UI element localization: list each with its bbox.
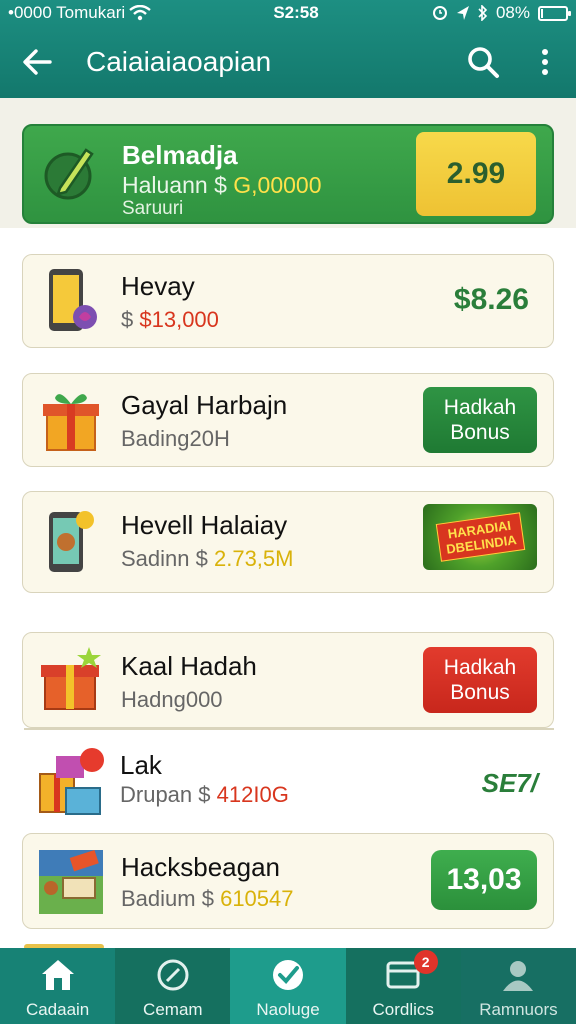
nav-item-profile[interactable]: Ramnuors bbox=[460, 948, 576, 1024]
balance-card[interactable]: Belmadja Haluann $ G,00000 Saruuri 2.99 bbox=[22, 124, 554, 224]
nav-item-inbox[interactable]: 2 Cordlics bbox=[345, 948, 461, 1024]
balance-amount: G,00000 bbox=[233, 172, 322, 198]
more-options-button[interactable] bbox=[514, 26, 576, 98]
nav-item-search[interactable]: Cemam bbox=[115, 948, 231, 1024]
bottom-navigation: Cadaain Cemam Naoluge 2 Cordlics Ramnuor… bbox=[0, 948, 576, 1024]
list-item[interactable]: Hevay $ $13,000 $8.26 bbox=[22, 254, 554, 348]
list-item[interactable]: Gayal Harbajn Bading20H Hadkah Bonus bbox=[22, 373, 554, 467]
balance-score-button[interactable]: 2.99 bbox=[416, 132, 536, 216]
status-bar: •0000 Tomukari S2:58 08% bbox=[0, 0, 576, 26]
balance-name: Belmadja bbox=[122, 140, 238, 170]
list-item[interactable]: Kaal Hadah Hadng000 Hadkah Bonus bbox=[22, 632, 554, 728]
photo-thumbnail-icon bbox=[39, 849, 103, 914]
item-title: Gayal Harbajn bbox=[121, 390, 288, 420]
item-title: Lak bbox=[120, 750, 162, 780]
pencil-circle-icon bbox=[44, 148, 94, 200]
nav-label: Ramnuors bbox=[479, 1000, 558, 1019]
button-label: Hadkah Bonus bbox=[443, 656, 517, 704]
search-circle-icon bbox=[157, 959, 189, 991]
battery-percent: 08% bbox=[495, 3, 530, 22]
balance-amount-line: Haluann $ G,00000 bbox=[122, 172, 322, 199]
claim-bonus-button[interactable]: Hadkah Bonus bbox=[423, 387, 537, 453]
search-icon bbox=[468, 47, 499, 78]
check-circle-icon bbox=[273, 960, 303, 990]
balance-sub: Saruuri bbox=[122, 198, 184, 219]
nav-label: Cemam bbox=[143, 1000, 203, 1019]
item-sub: Bading20H bbox=[121, 426, 230, 451]
list-item[interactable]: Hevell Halaiay Sadinn $ 2.73,5M HARADIAI… bbox=[22, 491, 554, 593]
top-app-bar: •0000 Tomukari S2:58 08% Caiaiaiaoapian bbox=[0, 0, 576, 98]
item-title: Hevay bbox=[121, 271, 195, 301]
item-title: Kaal Hadah bbox=[121, 651, 257, 681]
bluetooth-icon bbox=[478, 5, 488, 21]
search-button[interactable] bbox=[452, 26, 514, 98]
item-sub: Drupan $ 412I0G bbox=[120, 782, 289, 807]
item-value: $8.26 bbox=[453, 283, 529, 316]
gift-box-star-icon bbox=[41, 647, 101, 710]
nav-item-home[interactable]: Cadaain bbox=[0, 948, 116, 1024]
item-title: Hacksbeagan bbox=[121, 852, 280, 882]
wifi-icon bbox=[129, 5, 151, 21]
item-value: SE7/ bbox=[481, 768, 538, 798]
list-item[interactable]: Hacksbeagan Badium $ 610547 13,03 bbox=[22, 833, 554, 929]
list-item[interactable]: Lak Drupan $ 412I0G SE7/ bbox=[22, 730, 554, 830]
more-vertical-icon bbox=[542, 49, 548, 75]
page-title: Caiaiaiaoapian bbox=[86, 46, 272, 77]
gifts-bundle-icon bbox=[39, 748, 104, 815]
divider bbox=[24, 728, 554, 730]
location-icon bbox=[456, 6, 469, 20]
gift-box-icon bbox=[43, 394, 99, 451]
item-sub: Sadinn $ 2.73,5M bbox=[121, 546, 294, 571]
nav-label: Naoluge bbox=[256, 1000, 320, 1019]
alarm-icon bbox=[432, 6, 447, 20]
carrier-label: •0000 Tomukari bbox=[8, 3, 126, 22]
nav-label: Cadaain bbox=[25, 1000, 90, 1019]
status-time: S2:58 bbox=[273, 3, 319, 22]
promo-banner-button[interactable]: HARADIAI DBELINDIA bbox=[423, 504, 537, 570]
app-bar: Caiaiaiaoapian bbox=[0, 26, 576, 98]
user-icon bbox=[503, 961, 534, 991]
arrow-left-icon bbox=[23, 49, 52, 75]
item-sub: Badium $ 610547 bbox=[121, 886, 294, 911]
button-label: Hadkah Bonus bbox=[443, 396, 517, 444]
promo-label: HARADIAI DBELINDIA bbox=[435, 512, 525, 562]
notification-badge: 2 bbox=[413, 950, 438, 974]
balance-label: Haluann $ bbox=[122, 172, 227, 198]
phone-icon bbox=[49, 269, 97, 331]
claim-bonus-button[interactable]: Hadkah Bonus bbox=[423, 647, 537, 713]
nav-label: Cordlics bbox=[372, 1000, 434, 1019]
home-icon bbox=[41, 960, 74, 990]
phone-character-icon bbox=[49, 511, 94, 572]
nav-item-active[interactable]: Naoluge bbox=[230, 948, 346, 1024]
item-title: Hevell Halaiay bbox=[121, 510, 288, 540]
battery-icon bbox=[538, 5, 571, 21]
item-sub: $ $13,000 bbox=[121, 307, 219, 332]
back-button[interactable] bbox=[0, 26, 74, 98]
item-value-button[interactable]: 13,03 bbox=[431, 850, 537, 910]
item-sub: Hadng000 bbox=[121, 687, 223, 712]
